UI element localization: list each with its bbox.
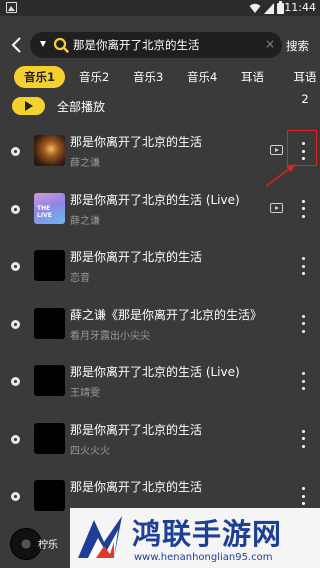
album-cover	[34, 480, 65, 511]
song-title: 那是你离开了北京的生活 (Live)	[70, 365, 240, 379]
song-marker-icon	[11, 319, 20, 329]
song-title: 那是你离开了北京的生活	[70, 135, 203, 149]
tab-music1[interactable]: 音乐1	[14, 66, 66, 88]
more-options-icon[interactable]	[298, 199, 308, 218]
album-cover: THE LIVE	[34, 192, 65, 224]
list-item[interactable]: 那是你离开了北京的生活 恋音	[0, 239, 320, 297]
album-cover	[34, 422, 65, 454]
status-bar: 11:44	[0, 0, 320, 16]
more-options-icon[interactable]	[298, 314, 308, 333]
watermark-logo-icon	[78, 516, 122, 558]
song-artist: 王靖雯	[70, 388, 100, 399]
search-input[interactable]: 那是你离开了北京的生活 ×	[30, 32, 282, 58]
clear-search-icon[interactable]: ×	[265, 37, 275, 51]
tab-whisper2[interactable]: 耳语2	[290, 66, 320, 106]
watermark-title: 鸿联手游网	[132, 517, 283, 551]
song-artist: 看月牙露出小尖尖	[70, 330, 150, 342]
now-playing-title: 柠乐	[38, 540, 58, 551]
song-marker-icon	[11, 204, 20, 214]
tab-whisper[interactable]: 耳语	[241, 66, 264, 88]
cover-text: THE LIVE	[37, 204, 52, 219]
search-icon	[53, 37, 69, 53]
watermark: 鸿联手游网 www.henanhonglian95.com	[70, 508, 320, 568]
list-item[interactable]: 那是你离开了北京的生活 (Live) 王靖雯	[0, 354, 320, 412]
song-marker-icon	[11, 492, 20, 501]
song-artist: 薛之谦	[70, 158, 100, 169]
signal-icon	[264, 2, 274, 14]
mv-icon[interactable]	[270, 145, 283, 155]
more-options-icon[interactable]	[298, 487, 308, 505]
list-item[interactable]: 薛之谦《那是你离开了北京的生活》 看月牙露出小尖尖	[0, 297, 320, 355]
play-icon[interactable]	[12, 97, 45, 115]
status-time: 11:44	[284, 1, 316, 14]
album-cover	[34, 250, 65, 281]
annotation-arrow-icon	[265, 164, 296, 187]
song-title: 薛之谦《那是你离开了北京的生活》	[70, 307, 263, 322]
list-item[interactable]: THE LIVE 那是你离开了北京的生活 (Live) 薛之谦	[0, 182, 320, 240]
wifi-icon	[249, 3, 261, 13]
more-options-icon[interactable]	[298, 372, 308, 390]
tab-music4[interactable]: 音乐4	[187, 66, 217, 88]
song-artist: 薛之谦	[70, 215, 100, 227]
song-marker-icon	[11, 434, 20, 444]
mini-player[interactable]: 柠乐	[10, 528, 72, 562]
mv-icon[interactable]	[270, 202, 283, 213]
song-marker-icon	[11, 377, 20, 386]
song-title: 那是你离开了北京的生活	[70, 250, 203, 264]
more-options-icon[interactable]	[298, 429, 308, 448]
play-all-label[interactable]: 全部播放	[57, 98, 105, 115]
search-query-text[interactable]: 那是你离开了北京的生活	[73, 37, 200, 53]
search-button[interactable]: 搜索	[286, 38, 309, 54]
album-cover	[34, 365, 65, 396]
album-cover	[34, 135, 65, 166]
song-artist: 恋音	[70, 273, 90, 284]
back-arrow-icon[interactable]	[9, 36, 25, 54]
song-marker-icon	[11, 262, 20, 271]
song-title: 那是你离开了北京的生活	[70, 480, 203, 494]
watermark-url: www.henanhonglian95.com	[134, 552, 273, 563]
search-type-dropdown-icon[interactable]	[40, 41, 46, 47]
category-tabs: 音乐1 音乐2 音乐3 音乐4 耳语 耳语2	[0, 66, 320, 106]
more-options-icon[interactable]	[298, 257, 308, 275]
tab-music2[interactable]: 音乐2	[79, 66, 109, 88]
song-title: 那是你离开了北京的生活 (Live)	[70, 192, 240, 207]
search-header: 那是你离开了北京的生活 × 搜索	[0, 28, 320, 62]
song-title: 那是你离开了北京的生活	[70, 422, 203, 437]
gallery-notification-icon	[6, 2, 17, 13]
list-item[interactable]: 那是你离开了北京的生活 四火火火	[0, 412, 320, 470]
album-cover	[34, 307, 65, 339]
song-artist: 四火火火	[70, 445, 110, 457]
song-marker-icon	[11, 147, 20, 156]
battery-icon	[277, 0, 284, 14]
tab-music3[interactable]: 音乐3	[133, 66, 163, 88]
